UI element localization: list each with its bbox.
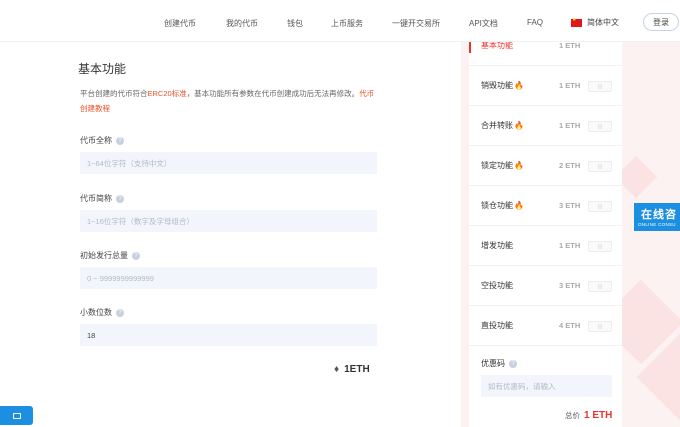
feature-price: 3 ETH: [559, 281, 581, 290]
eth-total: ♦ 1ETH: [334, 364, 370, 375]
feature-toggle[interactable]: |||: [588, 161, 612, 172]
decimals-label: 小数位数 ?: [80, 307, 124, 318]
chat-button[interactable]: [0, 406, 33, 425]
feature-price: 2 ETH: [559, 161, 581, 170]
feature-row-mint[interactable]: 增发功能 1 ETH |||: [469, 226, 622, 266]
nav-item-exchange[interactable]: 一键开交易所: [392, 18, 440, 29]
online-consult-widget[interactable]: 在线咨 ONLINE CONSU: [634, 203, 680, 231]
decimals-label-text: 小数位数: [80, 308, 112, 317]
feature-name: 空投功能: [481, 281, 513, 290]
question-circle-icon[interactable]: ?: [116, 136, 124, 145]
total-price: 总价 1 ETH: [565, 410, 612, 421]
token-name-input[interactable]: [80, 152, 377, 174]
feature-name-text: 锁仓功能: [481, 201, 513, 210]
feature-row-airdrop[interactable]: 空投功能 3 ETH |||: [469, 266, 622, 306]
feature-name-text: 锁定功能: [481, 161, 513, 170]
feature-price: 3 ETH: [559, 201, 581, 210]
feature-name-text: 销毁功能: [481, 81, 513, 90]
total-supply-label: 初始发行总量 ?: [80, 250, 140, 261]
feature-toggle[interactable]: |||: [588, 201, 612, 212]
feature-name-text: 合并转账: [481, 121, 513, 130]
feature-row-burn[interactable]: 销毁功能🔥 1 ETH |||: [469, 66, 622, 106]
question-circle-icon[interactable]: ?: [132, 251, 140, 260]
token-symbol-label: 代币简称 ?: [80, 193, 124, 204]
feature-name: 锁仓功能🔥: [481, 186, 524, 226]
feature-toggle[interactable]: |||: [588, 121, 612, 132]
online-consult-subtitle: ONLINE CONSU: [638, 222, 676, 227]
feature-name: 增发功能: [481, 241, 513, 250]
china-flag-icon: [571, 17, 582, 27]
description: 平台创建的代币符合ERC20标准，基本功能所有参数在代币创建成功后无法再修改。代…: [80, 86, 380, 116]
ethereum-icon: ♦: [334, 364, 340, 375]
decimals-input[interactable]: [80, 324, 377, 346]
total-label: 总价: [565, 411, 580, 420]
feature-toggle[interactable]: |||: [588, 81, 612, 92]
basic-function-panel: 基本功能 平台创建的代币符合ERC20标准，基本功能所有参数在代币创建成功后无法…: [64, 42, 395, 427]
nav-item-create-token[interactable]: 创建代币: [164, 18, 196, 29]
fire-icon: 🔥: [514, 201, 524, 210]
nav-item-listing-service[interactable]: 上币服务: [331, 18, 363, 29]
desc-text-rest: ，基本功能所有参数在代币创建成功后无法再修改。: [186, 89, 360, 98]
nav-item-wallet[interactable]: 钱包: [287, 18, 303, 29]
coupon-label: 优惠码 ?: [481, 358, 517, 369]
token-symbol-input[interactable]: [80, 210, 377, 232]
token-symbol-label-text: 代币简称: [80, 194, 112, 203]
top-nav: 创建代币 我的代币 钱包 上币服务 一键开交易所 API文档 FAQ 简体中文 …: [0, 0, 680, 42]
section-title: 基本功能: [78, 62, 127, 76]
nav-item-faq[interactable]: FAQ: [527, 18, 543, 27]
nav-item-api-docs[interactable]: API文档: [469, 18, 498, 29]
feature-toggle[interactable]: |||: [588, 241, 612, 252]
fire-icon: 🔥: [514, 81, 524, 90]
feature-price: 1 ETH: [559, 241, 581, 250]
desc-text: 平台创建的代币符合: [80, 89, 148, 98]
total-value: 1 ETH: [584, 410, 613, 421]
eth-total-value: 1ETH: [344, 364, 370, 375]
question-circle-icon[interactable]: ?: [509, 359, 517, 368]
feature-name: 合并转账🔥: [481, 106, 524, 146]
question-circle-icon[interactable]: ?: [116, 194, 124, 203]
coupon-input[interactable]: [481, 375, 612, 397]
pricing-panel: 基本功能 1 ETH 销毁功能🔥 1 ETH ||| 合并转账🔥 1 ETH |…: [469, 37, 622, 427]
question-circle-icon[interactable]: ?: [116, 308, 124, 317]
feature-price: 1 ETH: [559, 121, 581, 130]
language-label: 简体中文: [587, 18, 619, 27]
language-selector[interactable]: 简体中文: [571, 17, 619, 28]
login-button[interactable]: 登录: [643, 13, 679, 31]
feature-toggle[interactable]: |||: [588, 281, 612, 292]
total-supply-label-text: 初始发行总量: [80, 251, 128, 260]
erc20-highlight: ERC20标准: [147, 89, 187, 98]
feature-row-vesting[interactable]: 锁仓功能🔥 3 ETH |||: [469, 186, 622, 226]
feature-row-direct-drop[interactable]: 直投功能 4 ETH |||: [469, 306, 622, 346]
feature-name: 锁定功能🔥: [481, 146, 524, 186]
coupon-label-text: 优惠码: [481, 359, 505, 368]
fire-icon: 🔥: [514, 121, 524, 130]
fire-icon: 🔥: [514, 161, 524, 170]
feature-row-batch-transfer[interactable]: 合并转账🔥 1 ETH |||: [469, 106, 622, 146]
online-consult-title: 在线咨: [641, 209, 677, 221]
feature-price: 4 ETH: [559, 321, 581, 330]
chat-icon: [12, 412, 21, 419]
feature-name: 销毁功能🔥: [481, 66, 524, 106]
feature-toggle[interactable]: |||: [588, 321, 612, 332]
feature-name: 直投功能: [481, 321, 513, 330]
feature-price: 1 ETH: [559, 81, 581, 90]
feature-row-lock[interactable]: 锁定功能🔥 2 ETH |||: [469, 146, 622, 186]
nav-item-my-tokens[interactable]: 我的代币: [226, 18, 258, 29]
token-name-label: 代币全称 ?: [80, 135, 124, 146]
total-supply-input[interactable]: [80, 267, 377, 289]
token-name-label-text: 代币全称: [80, 136, 112, 145]
